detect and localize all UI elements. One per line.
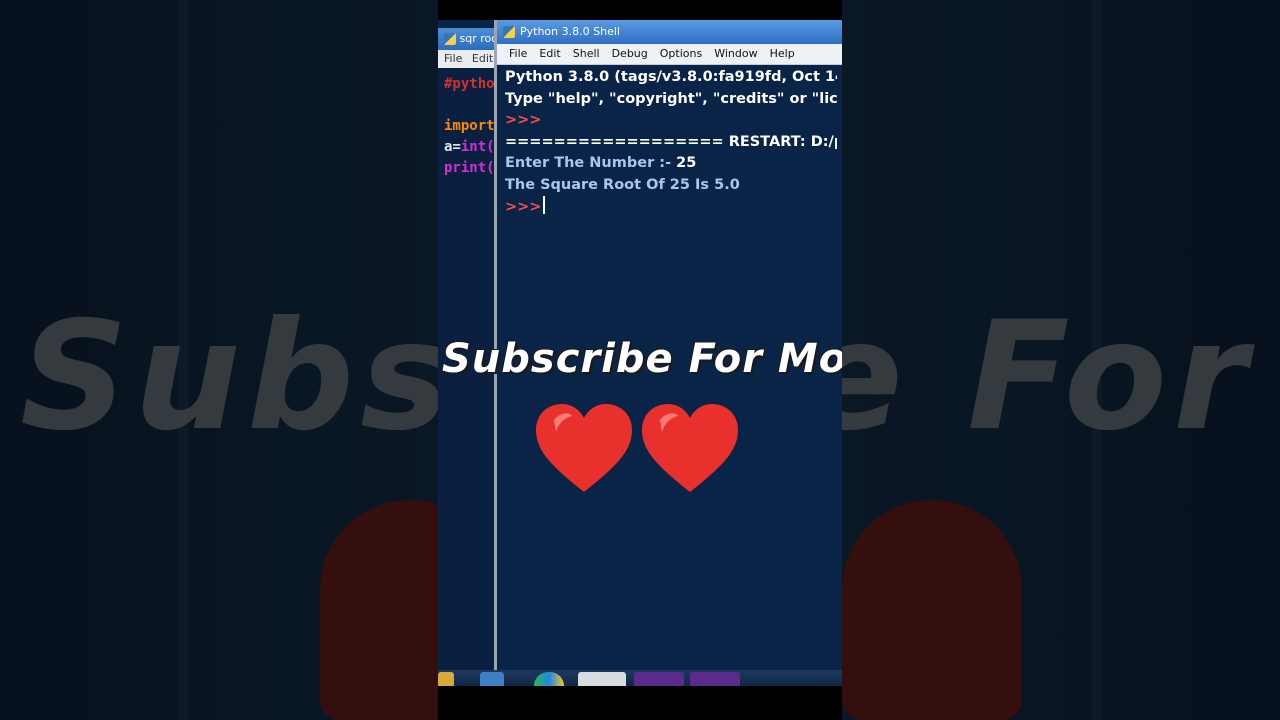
menu-file[interactable]: File: [503, 44, 533, 64]
editor-title-bar[interactable]: sqr roo: [438, 28, 498, 50]
code-line-comment: #pytho: [444, 76, 495, 92]
input-label: Enter The Number :-: [505, 155, 677, 171]
code-line-import: import: [444, 118, 495, 134]
heart-icon: [536, 404, 632, 492]
menu-options[interactable]: Options: [654, 44, 708, 64]
result-line: The Square Root Of 25 Is 5.0: [505, 176, 740, 193]
menu-debug[interactable]: Debug: [606, 44, 654, 64]
python-icon: [503, 26, 515, 38]
shell-prompt-active: >>>: [505, 199, 542, 215]
taskbar: [438, 670, 842, 686]
menu-window[interactable]: Window: [708, 44, 763, 64]
code-line-print: print(": [444, 160, 498, 176]
input-value: 25: [676, 155, 697, 171]
banner-line-2: Type "help", "copyright", "credits" or "…: [505, 90, 837, 107]
shell-output-area[interactable]: Python 3.8.0 (tags/v3.8.0:fa919fd, Oct 1…: [497, 65, 842, 220]
shell-title-bar[interactable]: Python 3.8.0 Shell: [497, 20, 842, 44]
explorer-icon[interactable]: [480, 672, 504, 686]
code-assign-var: a=: [444, 139, 461, 155]
input-line: Enter The Number :- 25: [505, 153, 837, 175]
python-file-icon: [444, 33, 456, 45]
menu-shell[interactable]: Shell: [567, 44, 606, 64]
taskbar-app-icon[interactable]: [690, 672, 740, 686]
shell-menu-bar: File Edit Shell Debug Options Window Hel…: [497, 44, 842, 65]
hearts-row: [534, 400, 754, 500]
video-frame: sqr roo File Edit #pytho import a=int( p…: [438, 0, 842, 720]
editor-title: sqr roo: [459, 32, 498, 45]
heart-icon: [642, 404, 738, 492]
menu-help[interactable]: Help: [764, 44, 801, 64]
editor-menu-edit[interactable]: Edit: [472, 52, 493, 65]
taskbar-app-icon[interactable]: [634, 672, 684, 686]
menu-edit[interactable]: Edit: [533, 44, 566, 64]
editor-menu-file[interactable]: File: [444, 52, 462, 65]
active-prompt-line[interactable]: >>>: [505, 196, 837, 218]
editor-menu-bar: File Edit: [438, 50, 498, 68]
subscribe-caption: Subscribe For More: [442, 336, 842, 382]
banner-line-1: Python 3.8.0 (tags/v3.8.0:fa919fd, Oct 1…: [505, 69, 837, 85]
editor-code-area[interactable]: #pytho import a=int( print(": [438, 68, 498, 185]
shell-title: Python 3.8.0 Shell: [520, 25, 620, 38]
restart-line: ================== RESTART: D:/py imp t: [505, 133, 837, 150]
code-int-call: int(: [460, 139, 495, 155]
text-cursor: [543, 196, 546, 214]
taskbar-python-icon[interactable]: [578, 672, 626, 686]
chrome-icon[interactable]: [534, 672, 564, 686]
code-line-assign: a=int(: [444, 137, 495, 158]
shell-prompt: >>>: [505, 112, 542, 128]
folder-icon[interactable]: [438, 672, 454, 686]
